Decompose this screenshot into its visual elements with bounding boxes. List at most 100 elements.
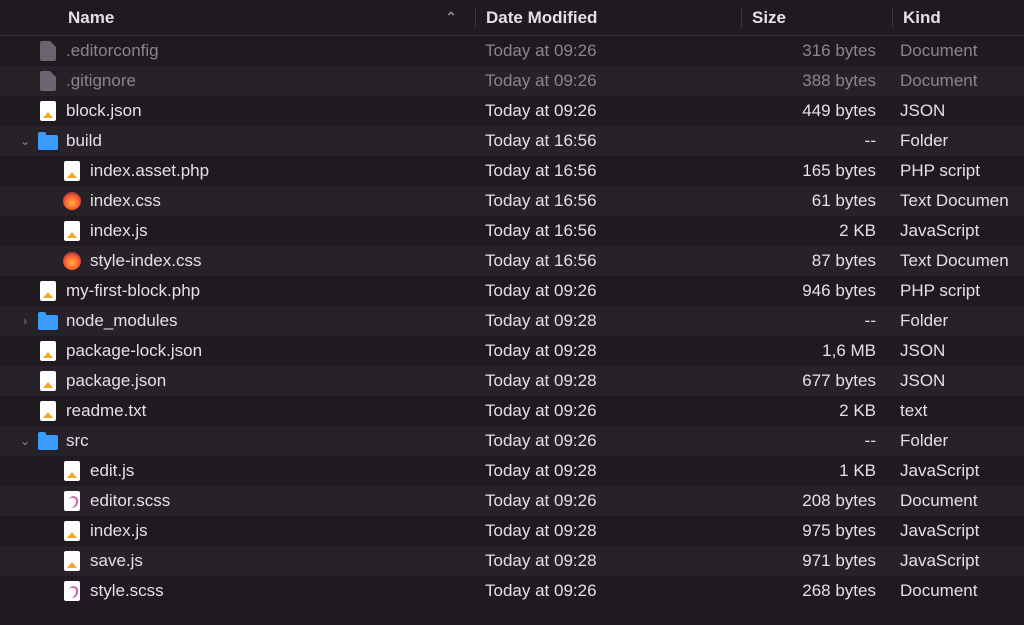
column-header-kind[interactable]: Kind [893,0,1024,35]
file-row[interactable]: save.jsToday at 09:28971 bytesJavaScript [0,546,1024,576]
folder-icon [38,311,58,331]
file-row[interactable]: .gitignoreToday at 09:26388 bytesDocumen… [0,66,1024,96]
size-cell: 316 bytes [740,41,890,61]
date-cell: Today at 09:28 [475,551,740,571]
file-row[interactable]: editor.scssToday at 09:26208 bytesDocume… [0,486,1024,516]
code-file-icon [38,101,58,121]
kind-cell: JSON [890,101,1024,121]
kind-cell: Text Documen [890,251,1024,271]
size-cell: 388 bytes [740,71,890,91]
column-label: Name [68,8,114,28]
folder-icon [38,431,58,451]
file-name: edit.js [90,461,134,481]
kind-cell: JavaScript [890,461,1024,481]
file-list: .editorconfigToday at 09:26316 bytesDocu… [0,36,1024,606]
code-file-icon [62,521,82,541]
column-label: Date Modified [486,8,597,28]
name-cell: block.json [0,101,475,121]
name-cell: .gitignore [0,71,475,91]
file-row[interactable]: package-lock.jsonToday at 09:281,6 MBJSO… [0,336,1024,366]
file-name: index.js [90,221,148,241]
name-cell: readme.txt [0,401,475,421]
chevron-down-icon[interactable]: ⌄ [18,434,32,448]
file-row[interactable]: readme.txtToday at 09:262 KBtext [0,396,1024,426]
date-cell: Today at 09:28 [475,521,740,541]
date-cell: Today at 09:26 [475,581,740,601]
file-row[interactable]: index.cssToday at 16:5661 bytesText Docu… [0,186,1024,216]
file-name: src [66,431,89,451]
name-cell: index.js [0,221,475,241]
scss-file-icon [62,491,82,511]
name-cell: style.scss [0,581,475,601]
code-file-icon [38,341,58,361]
chevron-down-icon[interactable]: ⌄ [18,134,32,148]
file-name: editor.scss [90,491,170,511]
column-header-size[interactable]: Size [742,0,892,35]
column-label: Size [752,8,786,28]
name-cell: ⌄build [0,131,475,151]
kind-cell: Document [890,581,1024,601]
sort-ascending-icon: ⌃ [445,9,457,26]
file-name: package-lock.json [66,341,202,361]
date-cell: Today at 09:26 [475,41,740,61]
kind-cell: Folder [890,131,1024,151]
document-icon [38,41,58,61]
date-cell: Today at 16:56 [475,191,740,211]
php-file-icon [62,161,82,181]
name-cell: edit.js [0,461,475,481]
kind-cell: PHP script [890,161,1024,181]
chevron-right-icon[interactable]: › [18,314,32,328]
kind-cell: JSON [890,341,1024,361]
date-cell: Today at 09:26 [475,401,740,421]
kind-cell: JSON [890,371,1024,391]
file-row[interactable]: ⌄srcToday at 09:26--Folder [0,426,1024,456]
file-row[interactable]: edit.jsToday at 09:281 KBJavaScript [0,456,1024,486]
kind-cell: text [890,401,1024,421]
file-row[interactable]: index.jsToday at 09:28975 bytesJavaScrip… [0,516,1024,546]
file-row[interactable]: ›node_modulesToday at 09:28--Folder [0,306,1024,336]
date-cell: Today at 09:26 [475,491,740,511]
name-cell: .editorconfig [0,41,475,61]
name-cell: package-lock.json [0,341,475,361]
file-row[interactable]: package.jsonToday at 09:28677 bytesJSON [0,366,1024,396]
name-cell: package.json [0,371,475,391]
size-cell: -- [740,131,890,151]
name-cell: editor.scss [0,491,475,511]
file-row[interactable]: index.jsToday at 16:562 KBJavaScript [0,216,1024,246]
column-label: Kind [903,8,941,28]
file-row[interactable]: index.asset.phpToday at 16:56165 bytesPH… [0,156,1024,186]
size-cell: -- [740,311,890,331]
date-cell: Today at 16:56 [475,251,740,271]
name-cell: my-first-block.php [0,281,475,301]
date-cell: Today at 09:28 [475,311,740,331]
name-cell: ⌄ src [0,431,475,451]
file-row[interactable]: block.jsonToday at 09:26449 bytesJSON [0,96,1024,126]
size-cell: 208 bytes [740,491,890,511]
file-row[interactable]: my-first-block.phpToday at 09:26946 byte… [0,276,1024,306]
column-header-name[interactable]: Name ⌃ [0,0,475,35]
file-name: node_modules [66,311,178,331]
date-cell: Today at 09:28 [475,461,740,481]
file-row[interactable]: ⌄buildToday at 16:56--Folder [0,126,1024,156]
file-row[interactable]: .editorconfigToday at 09:26316 bytesDocu… [0,36,1024,66]
date-cell: Today at 09:26 [475,71,740,91]
date-cell: Today at 16:56 [475,131,740,151]
name-cell: style-index.css [0,251,475,271]
kind-cell: PHP script [890,281,1024,301]
size-cell: 2 KB [740,221,890,241]
date-cell: Today at 09:26 [475,101,740,121]
kind-cell: JavaScript [890,551,1024,571]
size-cell: 449 bytes [740,101,890,121]
file-name: package.json [66,371,166,391]
code-file-icon [62,551,82,571]
file-name: readme.txt [66,401,146,421]
code-file-icon [62,461,82,481]
firefox-css-icon [62,191,82,211]
file-row[interactable]: style-index.cssToday at 16:5687 bytesTex… [0,246,1024,276]
date-cell: Today at 16:56 [475,221,740,241]
file-name: style-index.css [90,251,201,271]
column-header-date[interactable]: Date Modified [476,0,741,35]
file-name: index.js [90,521,148,541]
file-row[interactable]: style.scssToday at 09:26268 bytesDocumen… [0,576,1024,606]
php-file-icon [38,281,58,301]
